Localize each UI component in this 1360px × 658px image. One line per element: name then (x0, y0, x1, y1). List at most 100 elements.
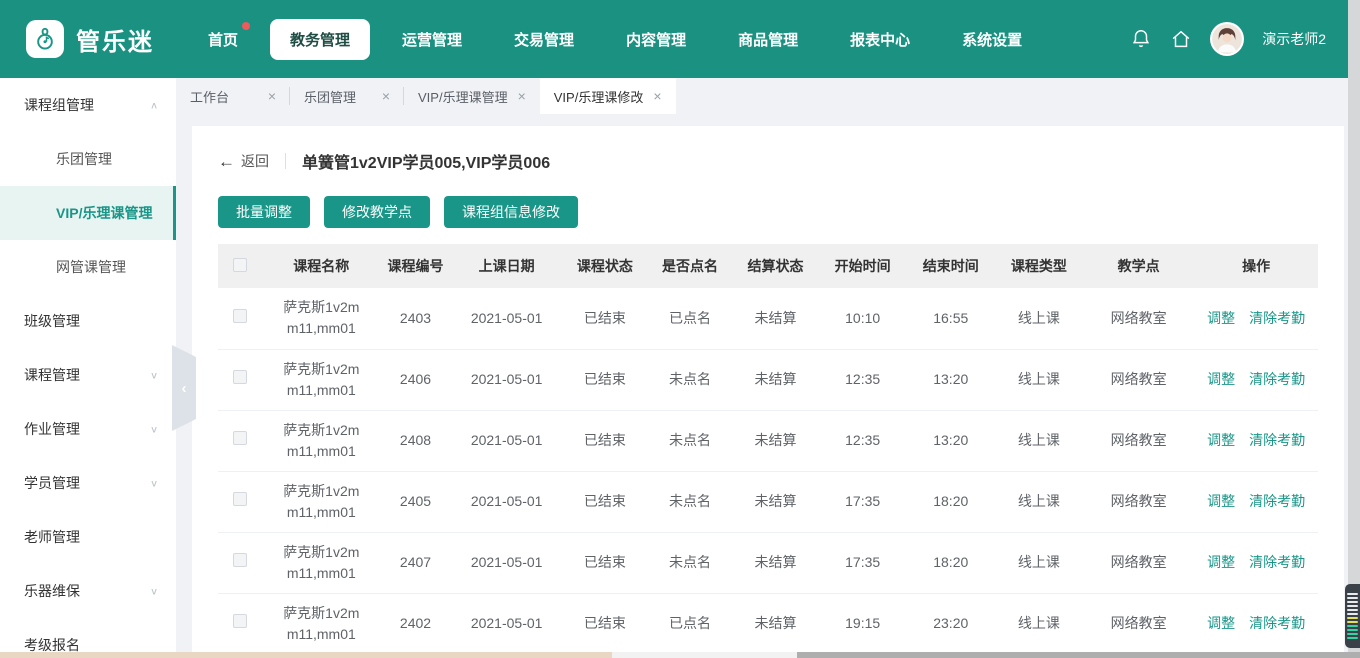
action-button[interactable]: 修改教学点 (324, 196, 430, 228)
course-name-cell: 萨克斯1v2mm11,mm01 (263, 349, 380, 410)
tab-close-icon[interactable]: × (653, 88, 661, 104)
sidebar-item[interactable]: 班级管理 (0, 294, 176, 348)
row-select-cell (218, 410, 263, 471)
row-actions-cell: 调整清除考勤 (1194, 288, 1318, 349)
nav-item[interactable]: 运营管理 (382, 19, 482, 60)
chevron-up-icon: ∧ (150, 99, 158, 110)
row-action-link[interactable]: 清除考勤 (1249, 493, 1305, 509)
row-checkbox[interactable] (233, 309, 247, 323)
back-button[interactable]: ← 返回 (218, 151, 269, 171)
chevron-down-icon: ∨ (150, 477, 158, 488)
row-checkbox[interactable] (233, 553, 247, 567)
row-actions-cell: 调整清除考勤 (1194, 349, 1318, 410)
nav-item[interactable]: 首页 (188, 19, 258, 60)
cell-settlement: 未结算 (733, 288, 819, 349)
chevron-down-icon: ∨ (150, 585, 158, 596)
cell-status: 已结束 (562, 288, 647, 349)
column-header: 课程编号 (380, 244, 451, 288)
sidebar-collapse-handle[interactable]: ‹ (172, 345, 196, 431)
cell-location: 网络教室 (1083, 410, 1194, 471)
row-action-link[interactable]: 调整 (1207, 432, 1235, 448)
row-action-link[interactable]: 清除考勤 (1249, 554, 1305, 570)
row-checkbox[interactable] (233, 370, 247, 384)
cell-type: 线上课 (995, 532, 1083, 593)
cell-start_time: 12:35 (819, 410, 907, 471)
nav-item[interactable]: 报表中心 (830, 19, 930, 60)
toolbar: 批量调整修改教学点课程组信息修改 (218, 196, 1318, 228)
nav-item[interactable]: 交易管理 (494, 19, 594, 60)
sidebar-subitem[interactable]: 网管课管理 (0, 240, 176, 294)
nav-item[interactable]: 商品管理 (718, 19, 818, 60)
home-icon[interactable] (1170, 28, 1192, 50)
tab[interactable]: 乐团管理 × (290, 78, 404, 114)
brand[interactable]: 管乐迷 (0, 20, 154, 58)
row-checkbox[interactable] (233, 492, 247, 506)
row-checkbox[interactable] (233, 614, 247, 628)
user-name[interactable]: 演示老师2 (1262, 29, 1326, 49)
row-action-link[interactable]: 清除考勤 (1249, 615, 1305, 631)
bell-icon[interactable] (1130, 28, 1152, 50)
row-action-link[interactable]: 清除考勤 (1249, 432, 1305, 448)
user-avatar[interactable] (1210, 22, 1244, 56)
tab-bar: 工作台×乐团管理×VIP/乐理课管理×VIP/乐理课修改× (176, 78, 1360, 114)
cell-settlement: 未结算 (733, 471, 819, 532)
column-header: 课程名称 (263, 244, 380, 288)
sidebar-item[interactable]: 课程组管理∧ (0, 78, 176, 132)
cell-location: 网络教室 (1083, 349, 1194, 410)
row-action-link[interactable]: 调整 (1207, 493, 1235, 509)
sidebar-item[interactable]: 老师管理 (0, 510, 176, 564)
row-action-link[interactable]: 调整 (1207, 615, 1235, 631)
nav-item-label: 系统设置 (962, 32, 1022, 49)
cell-rollcall: 未点名 (647, 471, 732, 532)
tab-close-icon[interactable]: × (518, 88, 526, 104)
cell-code: 2402 (380, 593, 451, 654)
brand-name: 管乐迷 (76, 22, 154, 57)
row-actions-cell: 调整清除考勤 (1194, 410, 1318, 471)
action-button[interactable]: 课程组信息修改 (444, 196, 578, 228)
row-action-link[interactable]: 清除考勤 (1249, 371, 1305, 387)
cell-settlement: 未结算 (733, 410, 819, 471)
tab[interactable]: VIP/乐理课修改× (540, 78, 676, 114)
row-action-link[interactable]: 调整 (1207, 554, 1235, 570)
cell-settlement: 未结算 (733, 532, 819, 593)
sidebar-item-label: 老师管理 (24, 527, 80, 547)
devtools-widget-icon[interactable] (1345, 584, 1360, 648)
tab-close-icon[interactable]: × (268, 88, 276, 104)
tab[interactable]: VIP/乐理课管理 × (404, 78, 540, 114)
sidebar-item-label: 课程管理 (24, 365, 80, 385)
row-actions-cell: 调整清除考勤 (1194, 593, 1318, 654)
tab-label: 乐团管理 (304, 87, 356, 106)
row-checkbox[interactable] (233, 431, 247, 445)
cell-end_time: 23:20 (907, 593, 995, 654)
row-action-link[interactable]: 调整 (1207, 310, 1235, 326)
nav-item-label: 内容管理 (626, 32, 686, 49)
tab-close-icon[interactable]: × (382, 88, 390, 104)
sidebar-item[interactable]: 课程管理∨ (0, 348, 176, 402)
select-all-checkbox[interactable] (233, 258, 247, 272)
cell-rollcall: 已点名 (647, 288, 732, 349)
action-button[interactable]: 批量调整 (218, 196, 310, 228)
cell-code: 2403 (380, 288, 451, 349)
sidebar-item[interactable]: 乐器维保∨ (0, 564, 176, 618)
nav-item-label: 交易管理 (514, 32, 574, 49)
tab-label: VIP/乐理课管理 (418, 87, 508, 106)
vertical-scrollbar[interactable] (1348, 0, 1360, 652)
column-header: 结算状态 (733, 244, 819, 288)
table-row: 萨克斯1v2mm11,mm0124072021-05-01已结束未点名未结算17… (218, 532, 1318, 593)
sidebar-item[interactable]: 作业管理∨ (0, 402, 176, 456)
nav-item[interactable]: 教务管理 (270, 19, 370, 60)
horizontal-scrollbar[interactable] (0, 652, 1360, 658)
back-label: 返回 (241, 151, 269, 171)
sidebar-subitem[interactable]: VIP/乐理课管理 (0, 186, 176, 240)
row-action-link[interactable]: 调整 (1207, 371, 1235, 387)
select-all-cell (218, 244, 263, 288)
sidebar-item[interactable]: 学员管理∨ (0, 456, 176, 510)
sidebar-subitem[interactable]: 乐团管理 (0, 132, 176, 186)
nav-item[interactable]: 内容管理 (606, 19, 706, 60)
collapse-chevron-icon: ‹ (182, 380, 187, 397)
nav-item[interactable]: 系统设置 (942, 19, 1042, 60)
cell-end_time: 16:55 (907, 288, 995, 349)
row-action-link[interactable]: 清除考勤 (1249, 310, 1305, 326)
cell-start_time: 17:35 (819, 532, 907, 593)
tab[interactable]: 工作台× (176, 78, 290, 114)
